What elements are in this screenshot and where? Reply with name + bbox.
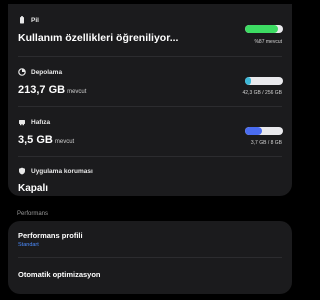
performance-profile-item[interactable]: Performans profili Standart [18, 231, 83, 248]
shield-icon [18, 167, 26, 175]
app-protection-label: Uygulama koruması [31, 167, 93, 175]
storage-value: 213,7 GB [18, 84, 66, 96]
memory-available: 3,5 GB mevcut [18, 134, 74, 146]
storage-section[interactable]: Depolama 213,7 GB mevcut 42,3 GB / 256 GB [8, 57, 292, 104]
battery-section[interactable]: Pil Kullanım özellikleri öğreniliyor... … [8, 4, 292, 51]
performance-profile-title: Performans profili [18, 231, 83, 240]
performance-section-label: Performans [17, 211, 49, 217]
storage-label: Depolama [31, 68, 63, 76]
memory-usage-bar [245, 127, 283, 135]
memory-caption: 3,7 GB / 8 GB [250, 140, 282, 146]
performance-card: Performans profili Standart Otomatik opt… [8, 221, 292, 294]
auto-optimization-title: Otomatik optimizasyon [18, 270, 101, 279]
battery-level-bar [245, 25, 283, 33]
battery-level-fill [245, 25, 279, 33]
battery-header: Pil [18, 16, 39, 24]
memory-section[interactable]: Hafıza 3,5 GB mevcut 3,7 GB / 8 GB [8, 107, 292, 154]
battery-icon [18, 16, 26, 24]
memory-usage-fill [245, 127, 263, 135]
storage-header: Depolama [18, 68, 62, 76]
app-protection-header: Uygulama koruması [18, 167, 93, 175]
battery-label: Pil [31, 16, 39, 24]
battery-status: Kullanım özellikleri öğreniliyor... [18, 32, 179, 44]
memory-unit: mevcut [54, 139, 75, 145]
memory-value: 3,5 GB [18, 134, 53, 146]
app-protection-section[interactable]: Uygulama koruması Kapalı [8, 157, 292, 196]
device-care-card: Pil Kullanım özellikleri öğreniliyor... … [8, 4, 292, 196]
memory-chip-icon [18, 118, 26, 126]
memory-label: Hafıza [31, 118, 51, 126]
storage-usage-bar [245, 77, 283, 85]
storage-usage-fill [245, 77, 252, 85]
battery-caption: %87 mevcut [254, 39, 282, 45]
auto-optimization-item[interactable]: Otomatik optimizasyon [18, 270, 101, 279]
storage-caption: 42,3 GB / 256 GB [242, 90, 282, 96]
pie-chart-icon [18, 68, 26, 76]
app-protection-status: Kapalı [18, 183, 49, 194]
divider [18, 257, 282, 258]
performance-profile-value: Standart [18, 242, 39, 248]
memory-header: Hafıza [18, 118, 50, 126]
storage-unit: mevcut [67, 89, 87, 95]
storage-available: 213,7 GB mevcut [18, 84, 86, 96]
